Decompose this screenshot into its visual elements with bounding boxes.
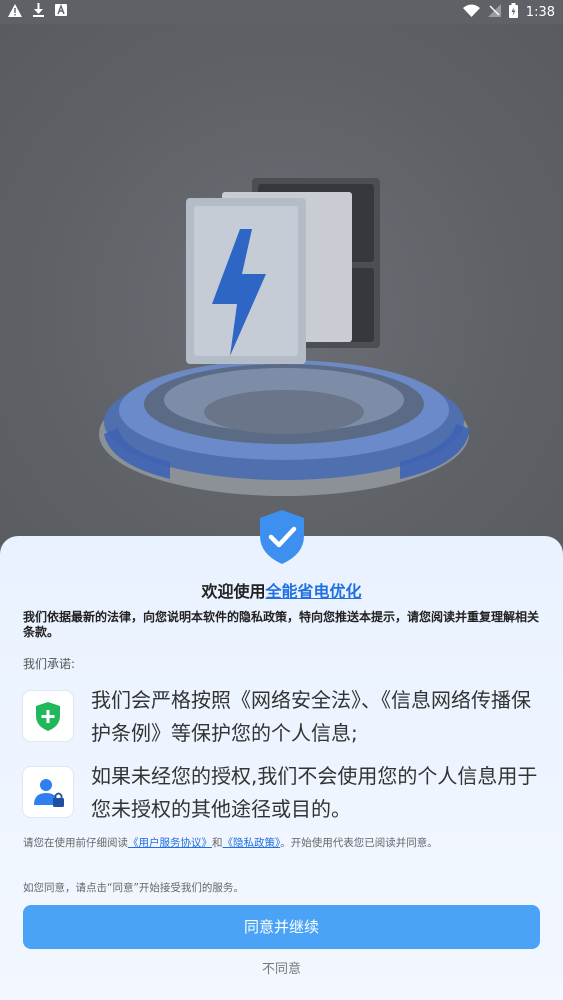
hero-illustration (0, 24, 563, 544)
signal-icon (487, 4, 501, 21)
dialog-title: 欢迎使用全能省电优化 (0, 578, 563, 602)
intro-text: 我们依据最新的法律，向您说明本软件的隐私政策，特向您推送本提示，请您阅读并重复理… (23, 610, 540, 639)
user-lock-icon (23, 767, 73, 817)
battery-ring-illustration (99, 178, 470, 496)
title-prefix: 欢迎使用 (201, 582, 266, 601)
status-bar: 1:38 (0, 0, 563, 24)
shield-check-icon (258, 510, 306, 564)
warning-icon (8, 3, 22, 21)
agree-button[interactable]: 同意并继续 (23, 905, 540, 949)
status-time: 1:38 (525, 5, 555, 20)
wifi-icon (462, 4, 480, 21)
download-icon (32, 3, 45, 21)
consent-hint: 如您同意，请点击“同意”开始接受我们的服务。 (23, 882, 244, 894)
notice-and: 和 (212, 837, 223, 849)
promise-label: 我们承诺: (23, 657, 76, 671)
promise-text: 如果未经您的授权,我们不会使用您的个人信息用于您未授权的其他途径或目的。 (91, 764, 538, 821)
font-icon (55, 4, 67, 20)
agreement-notice: 请您在使用前仔细阅读《用户服务协议》和《隐私政策》。开始使用代表您已阅读并同意。 (23, 835, 543, 850)
app-name-link[interactable]: 全能省电优化 (266, 582, 362, 601)
promise-text: 我们会严格按照《网络安全法》、《信息网络传播保护条例》等保护您的个人信息; (91, 688, 531, 745)
user-service-agreement-link[interactable]: 《用户服务协议》 (128, 837, 212, 849)
shield-plus-icon (23, 691, 73, 741)
notice-suffix: 。开始使用代表您已阅读并同意。 (280, 837, 438, 849)
notice-prefix: 请您在使用前仔细阅读 (23, 837, 128, 849)
disagree-button[interactable]: 不同意 (0, 958, 563, 977)
battery-icon (508, 3, 518, 22)
privacy-policy-link[interactable]: 《隐私政策》 (223, 837, 281, 849)
